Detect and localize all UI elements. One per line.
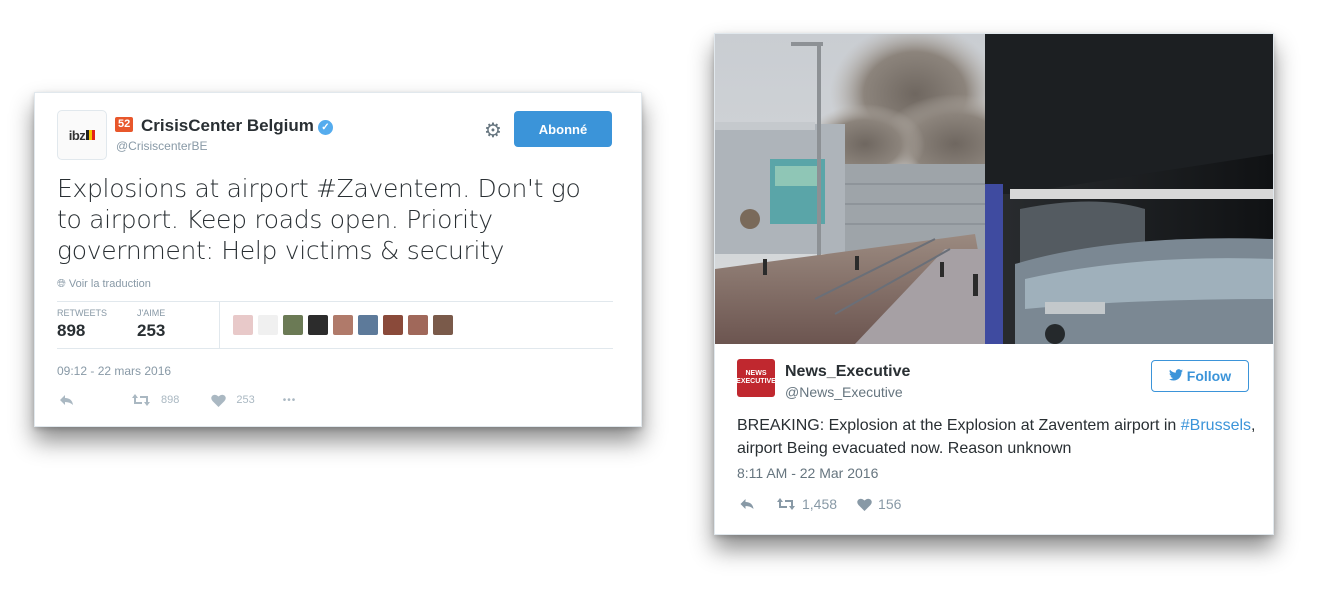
translate-label: Voir la traduction [68,278,151,290]
tweet-photo[interactable] [715,34,1273,344]
user-name[interactable]: CrisisCenter Belgium ✓ [141,116,333,136]
divider [219,301,220,348]
tweet-text-start: BREAKING: Explosion at the Explosion at … [737,417,1181,434]
user-name[interactable]: News_Executive [785,363,910,381]
liker-avatar[interactable] [308,315,328,335]
reply-icon[interactable] [59,393,75,407]
liker-avatar[interactable] [258,315,278,335]
translate-link[interactable]: 🌐︎ Voir la traduction [57,278,151,291]
tweet-news-executive: NEWS EXECUTIVE News_Executive @News_Exec… [714,33,1274,535]
likes-label: J'AIME [137,308,166,318]
verified-icon: ✓ [317,120,333,135]
divider [57,301,613,302]
reply-icon[interactable] [739,497,756,511]
tweet-text: BREAKING: Explosion at the Explosion at … [737,414,1257,460]
heart-icon [857,498,872,511]
avatar[interactable]: ibz [57,110,107,160]
like-action[interactable]: 156 [857,496,901,512]
liker-avatar[interactable] [358,315,378,335]
twitter-bird-icon [1168,368,1187,384]
user-handle[interactable]: @CrisiscenterBE [116,139,208,153]
retweets-value: 898 [57,321,86,340]
like-action[interactable]: 253 [211,394,255,407]
retweet-count[interactable]: RETWEETS 898 [57,308,107,341]
follow-label: Follow [1186,368,1232,384]
timestamp[interactable]: 09:12 - 22 mars 2016 [57,364,171,378]
retweets-label: RETWEETS [57,308,108,318]
tweet-actions: 898 253 ••• [59,393,296,407]
airport-explosion-photo [715,34,1273,344]
retweet-action[interactable]: 898 [131,393,179,407]
gear-icon[interactable]: ⚙ [484,118,502,143]
tweet-text: Explosions at airport #Zaventem. Don't g… [57,174,581,265]
tweet-actions: 1,458 156 [739,496,901,512]
more-icon[interactable]: ••• [283,395,297,406]
like-count[interactable]: J'AIME 253 [137,308,165,341]
divider [57,348,613,349]
retweet-icon [132,394,150,406]
like-count: 156 [878,496,902,512]
notification-badge: 52 [115,117,134,132]
likes-value: 253 [137,321,166,340]
retweet-count: 1,458 [802,496,838,512]
liker-avatar[interactable] [408,315,428,335]
follow-button[interactable]: Abonné [514,111,612,147]
retweet-action[interactable]: 1,458 [776,496,837,512]
liker-avatar[interactable] [283,315,303,335]
timestamp[interactable]: 8:11 AM - 22 Mar 2016 [737,465,878,481]
heart-icon [211,394,227,407]
user-name-label: CrisisCenter Belgium [141,116,314,135]
liker-avatar[interactable] [233,315,253,335]
globe-icon: 🌐︎ [57,278,66,290]
liker-avatar[interactable] [333,315,353,335]
liker-avatars [233,315,453,335]
liker-avatar[interactable] [433,315,453,335]
avatar[interactable]: NEWS EXECUTIVE [736,359,776,397]
follow-button[interactable]: Follow [1151,360,1249,392]
like-action-count: 253 [236,394,255,406]
retweet-icon [777,498,795,510]
avatar-label: ibz [68,127,86,143]
tweet-crisiscenter: ibz 52 CrisisCenter Belgium ✓ @Crisiscent… [34,92,642,427]
retweet-action-count: 898 [161,394,180,406]
user-handle[interactable]: @News_Executive [785,384,903,400]
hashtag-link[interactable]: #Brussels [1181,417,1251,434]
liker-avatar[interactable] [383,315,403,335]
